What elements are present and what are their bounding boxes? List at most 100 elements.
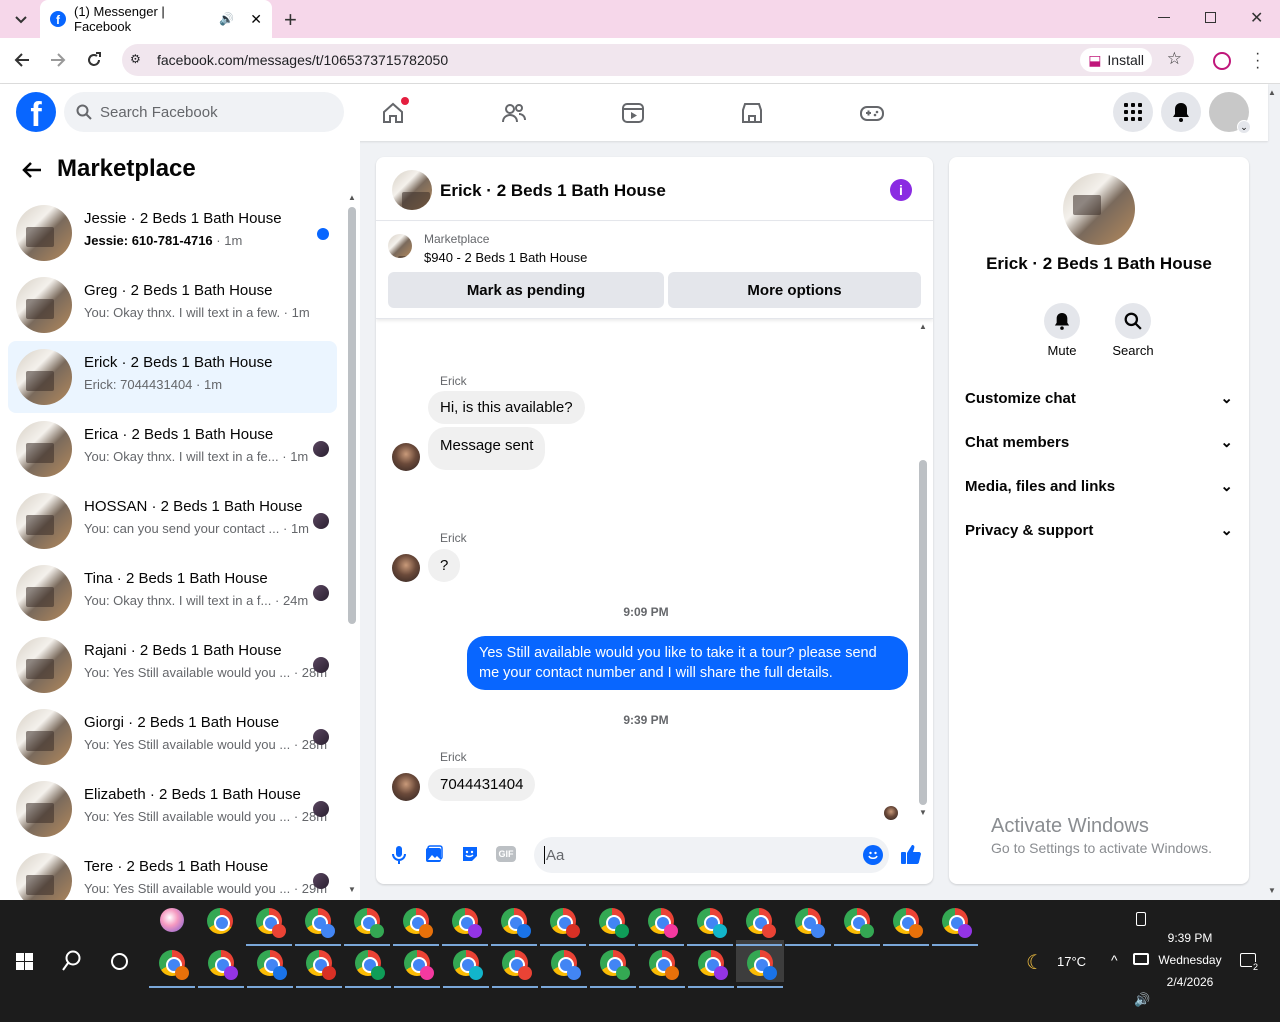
incoming-message[interactable]: ? — [428, 549, 461, 582]
nav-gaming-icon[interactable] — [860, 101, 884, 125]
notifications-button[interactable] — [1161, 92, 1201, 132]
chrome-window-icon[interactable] — [208, 950, 238, 980]
conversation-item[interactable]: Tina · 2 Beds 1 Bath House You: Okay thnx… — [8, 557, 337, 629]
clock-time[interactable]: 9:39 PM — [1160, 931, 1220, 945]
windows-start-icon[interactable] — [16, 953, 33, 970]
tab-search-chevron-icon[interactable] — [12, 11, 30, 29]
chat-header-avatar[interactable] — [392, 170, 432, 210]
network-icon[interactable] — [1133, 953, 1149, 965]
chrome-window-icon[interactable] — [306, 950, 336, 980]
info-icon[interactable]: i — [890, 179, 912, 201]
chrome-window-icon[interactable] — [355, 950, 385, 980]
conversation-item[interactable]: Elizabeth · 2 Beds 1 Bath House You: Yes … — [8, 773, 337, 845]
clock-day[interactable]: Wednesday — [1155, 953, 1225, 967]
page-scrollbar-up-icon[interactable]: ▲ — [1268, 88, 1276, 97]
chrome-window-icon[interactable] — [649, 950, 679, 980]
microphone-icon[interactable] — [392, 845, 406, 865]
search-button[interactable] — [1115, 303, 1151, 339]
bookmark-star-icon[interactable]: ☆ — [1167, 49, 1182, 69]
chrome-window-icon[interactable] — [354, 908, 384, 938]
media-files-links-section[interactable]: Media, files and links ⌄ — [965, 466, 1233, 506]
mark-as-pending-button[interactable]: Mark as pending — [388, 272, 664, 308]
chrome-window-icon[interactable] — [747, 950, 777, 980]
speaker-icon[interactable]: 🔊 — [219, 12, 234, 26]
incoming-message[interactable]: 7044431404 — [428, 768, 536, 801]
chrome-icon[interactable] — [207, 908, 233, 934]
nav-home-icon[interactable] — [381, 97, 409, 125]
sender-avatar[interactable] — [392, 554, 420, 582]
facebook-logo-icon[interactable]: f — [16, 92, 56, 132]
chat-scroll-down-icon[interactable]: ▼ — [919, 808, 927, 817]
tablet-icon[interactable] — [1136, 912, 1146, 926]
chrome-window-icon[interactable] — [159, 950, 189, 980]
incoming-message[interactable]: Message sent — [428, 427, 546, 470]
more-options-button[interactable]: More options — [668, 272, 921, 308]
sender-avatar[interactable] — [392, 773, 420, 801]
message-input[interactable]: Aa — [534, 837, 889, 873]
conversation-item[interactable]: Erica · 2 Beds 1 Bath House You: Okay thn… — [8, 413, 337, 485]
chrome-window-icon[interactable] — [697, 908, 727, 938]
sender-avatar[interactable] — [392, 443, 420, 471]
gif-icon[interactable]: GIF — [496, 846, 516, 862]
nav-friends-icon[interactable] — [501, 101, 527, 125]
reload-icon[interactable] — [86, 52, 102, 68]
emoji-icon[interactable] — [863, 845, 883, 865]
chrome-window-icon[interactable] — [502, 950, 532, 980]
browser-menu-icon[interactable]: · · · — [1255, 46, 1260, 76]
chrome-window-icon[interactable] — [256, 908, 286, 938]
chrome-window-icon[interactable] — [893, 908, 923, 938]
paint-app-icon[interactable] — [160, 908, 184, 932]
cortana-icon[interactable] — [111, 953, 128, 970]
back-arrow-icon[interactable] — [22, 161, 42, 179]
photo-attach-icon[interactable] — [425, 845, 443, 863]
close-window-button[interactable]: ✕ — [1250, 8, 1263, 28]
forward-icon[interactable] — [50, 52, 66, 68]
chrome-window-icon[interactable] — [403, 908, 433, 938]
tray-chevron-icon[interactable]: ^ — [1111, 952, 1118, 968]
incoming-message[interactable]: Hi, is this available? — [428, 391, 585, 424]
chrome-window-icon[interactable] — [942, 908, 972, 938]
conversation-item[interactable]: Erick · 2 Beds 1 Bath House Erick: 704443… — [8, 341, 337, 413]
privacy-support-section[interactable]: Privacy & support ⌄ — [965, 510, 1233, 550]
chrome-window-icon[interactable] — [501, 908, 531, 938]
new-tab-button[interactable]: + — [284, 7, 297, 33]
conversation-item[interactable]: Jessie · 2 Beds 1 Bath House Jessie: 610-… — [8, 197, 337, 269]
sidebar-scrollbar[interactable] — [348, 207, 356, 624]
profile-icon[interactable] — [1213, 52, 1231, 70]
chrome-window-icon[interactable] — [550, 908, 580, 938]
install-button[interactable]: ⬓ Install — [1080, 48, 1152, 72]
outgoing-message[interactable]: Yes Still available would you like to ta… — [467, 636, 908, 690]
mute-button[interactable] — [1044, 303, 1080, 339]
chrome-window-icon[interactable] — [746, 908, 776, 938]
weather-icon[interactable]: ☾ — [1026, 950, 1044, 975]
sticker-icon[interactable] — [461, 845, 479, 863]
chrome-window-icon[interactable] — [844, 908, 874, 938]
restore-button[interactable] — [1205, 12, 1216, 23]
address-bar[interactable]: ⚙ facebook.com/messages/t/10653737157820… — [122, 44, 1194, 76]
search-facebook-field[interactable]: Search Facebook — [64, 92, 344, 132]
conversation-item[interactable]: Rajani · 2 Beds 1 Bath House You: Yes Sti… — [8, 629, 337, 701]
chrome-window-icon[interactable] — [551, 950, 581, 980]
menu-grid-button[interactable] — [1113, 92, 1153, 132]
scroll-up-arrow-icon[interactable]: ▲ — [348, 193, 356, 202]
customize-chat-section[interactable]: Customize chat ⌄ — [965, 378, 1233, 418]
conversation-item[interactable]: Giorgi · 2 Beds 1 Bath House You: Yes Sti… — [8, 701, 337, 773]
scroll-down-arrow-icon[interactable]: ▼ — [348, 885, 356, 894]
thumbs-up-icon[interactable] — [900, 843, 922, 865]
nav-video-icon[interactable] — [621, 101, 645, 125]
tab-close-icon[interactable]: ✕ — [250, 11, 262, 28]
listing-title[interactable]: $940 - 2 Beds 1 Bath House — [424, 250, 587, 265]
chat-title[interactable]: Erick · 2 Beds 1 Bath House — [440, 181, 666, 201]
conversation-item[interactable]: Greg · 2 Beds 1 Bath House You: Okay thnx… — [8, 269, 337, 341]
chat-scrollbar[interactable] — [919, 460, 927, 805]
nav-marketplace-icon[interactable] — [740, 101, 764, 125]
chrome-window-icon[interactable] — [453, 950, 483, 980]
account-avatar[interactable]: ⌄ — [1209, 92, 1251, 134]
back-icon[interactable] — [14, 52, 30, 68]
chrome-window-icon[interactable] — [404, 950, 434, 980]
chrome-window-icon[interactable] — [648, 908, 678, 938]
details-avatar[interactable] — [1063, 173, 1135, 245]
volume-icon[interactable]: 🔊 — [1134, 992, 1150, 1008]
chat-scroll-up-icon[interactable]: ▲ — [919, 322, 927, 331]
temperature[interactable]: 17°C — [1057, 954, 1086, 969]
